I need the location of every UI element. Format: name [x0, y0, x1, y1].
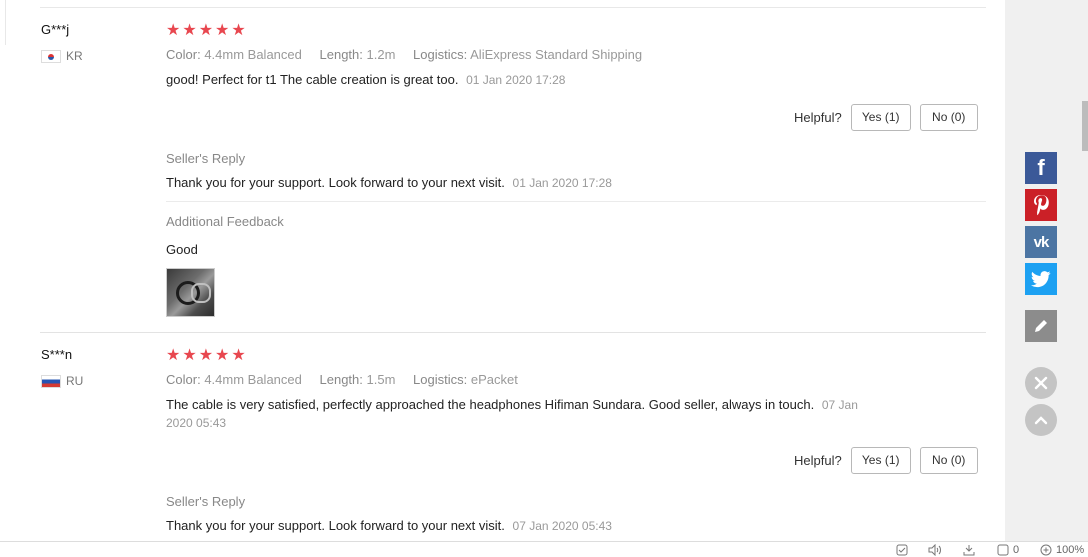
vk-share-button[interactable]: vk [1025, 226, 1057, 258]
speaker-icon [928, 544, 941, 556]
reviewer-name: S***n [41, 347, 73, 362]
order-attributes: Color: 4.4mm Balanced Length: 1.2m Logis… [166, 47, 656, 62]
review-divider [40, 332, 986, 333]
twitter-share-button[interactable] [1025, 263, 1057, 295]
review-body: The cable is very satisfied, perfectly a… [166, 397, 815, 412]
review-text: good! Perfect for t1 The cable creation … [166, 71, 876, 89]
browser-status-bar: 0 100% [0, 541, 1088, 557]
seller-reply-date: 07 Jan 2020 05:43 [512, 519, 612, 533]
pencil-icon [1035, 320, 1047, 332]
ru-flag-icon [41, 374, 61, 388]
close-icon [1034, 376, 1048, 390]
attr-color: Color: 4.4mm Balanced [166, 47, 302, 62]
review-date: 01 Jan 2020 17:28 [466, 73, 566, 87]
star-icon: ★ [215, 22, 230, 39]
helpful-label: Helpful? [794, 110, 842, 125]
top-divider [40, 7, 986, 8]
download-icon [963, 545, 975, 556]
kr-flag-icon [41, 49, 61, 63]
review-date-part2: 2020 05:43 [166, 416, 227, 430]
star-icon: ★ [198, 347, 214, 364]
attr-length: Length: 1.2m [319, 47, 396, 62]
chevron-up-icon [1034, 416, 1048, 425]
additional-feedback-heading: Additional Feedback [166, 214, 284, 229]
helpful-controls: Helpful? Yes (1) No (0) [794, 104, 978, 131]
seller-reply-text: Thank you for your support. Look forward… [166, 518, 505, 533]
seller-reply-date: 01 Jan 2020 17:28 [512, 176, 612, 190]
additional-feedback-text: Good [166, 242, 198, 257]
adblock-icon [997, 544, 1009, 556]
status-adblock[interactable]: 0 [997, 544, 1019, 556]
star-rating: ★ ★ ★ ★ ★ [166, 23, 246, 39]
attr-logistics: Logistics: ePacket [413, 372, 518, 387]
star-icon: ★ [231, 347, 246, 364]
attr-length: Length: 1.5m [319, 372, 396, 387]
section-divider [166, 201, 986, 202]
pinterest-icon [1034, 195, 1049, 216]
back-to-top-button[interactable] [1025, 404, 1057, 436]
status-check[interactable] [896, 544, 912, 556]
star-icon: ★ [198, 22, 214, 39]
helpful-yes-button[interactable]: Yes (1) [850, 447, 911, 474]
pinterest-share-button[interactable] [1025, 189, 1057, 221]
star-icon: ★ [166, 347, 181, 364]
zoom-in-icon [1040, 544, 1052, 556]
seller-reply-heading: Seller's Reply [166, 494, 246, 509]
helpful-no-button[interactable]: No (0) [919, 447, 978, 474]
reviewer-country: RU [41, 374, 83, 388]
review-body: good! Perfect for t1 The cable creation … [166, 72, 459, 87]
close-share-button[interactable] [1025, 367, 1057, 399]
edit-button[interactable] [1025, 310, 1057, 342]
helpful-label: Helpful? [794, 453, 842, 468]
facebook-icon: f [1037, 155, 1045, 180]
country-code: KR [66, 49, 83, 63]
seller-reply: Thank you for your support. Look forward… [166, 518, 612, 533]
helpful-controls: Helpful? Yes (1) No (0) [794, 447, 978, 474]
review-text: The cable is very satisfied, perfectly a… [166, 396, 886, 432]
status-download[interactable] [963, 544, 979, 556]
vk-icon: vk [1033, 233, 1050, 251]
star-icon: ★ [231, 22, 246, 39]
attr-color: Color: 4.4mm Balanced [166, 372, 302, 387]
left-divider [0, 0, 6, 45]
star-icon: ★ [182, 347, 197, 364]
attr-logistics: Logistics: AliExpress Standard Shipping [413, 47, 643, 62]
star-rating: ★ ★ ★ ★ ★ [166, 348, 246, 364]
star-icon: ★ [182, 22, 197, 39]
twitter-icon [1031, 270, 1051, 287]
reviewer-country: KR [41, 49, 83, 63]
seller-reply-text: Thank you for your support. Look forward… [166, 175, 505, 190]
reviewer-name: G***j [41, 22, 70, 37]
seller-reply-heading: Seller's Reply [166, 151, 246, 166]
reviews-page: G***j KR ★ ★ ★ ★ ★ Color: 4.4mm Balanced… [0, 0, 1005, 541]
review-date-part1: 07 Jan [821, 398, 858, 412]
seller-reply: Thank you for your support. Look forward… [166, 175, 612, 190]
status-zoom[interactable]: 100% [1040, 544, 1084, 556]
star-icon: ★ [215, 347, 230, 364]
zoom-level: 100% [1056, 544, 1085, 556]
helpful-no-button[interactable]: No (0) [919, 104, 978, 131]
status-sound[interactable] [928, 544, 946, 556]
feedback-photo-thumbnail[interactable] [166, 268, 215, 317]
country-code: RU [66, 374, 84, 388]
star-icon: ★ [166, 22, 181, 39]
helpful-yes-button[interactable]: Yes (1) [850, 104, 911, 131]
scrollbar-thumb[interactable] [1082, 101, 1088, 151]
adblock-count: 0 [1013, 544, 1020, 556]
facebook-share-button[interactable]: f [1025, 152, 1057, 184]
shield-check-icon [896, 544, 908, 556]
order-attributes: Color: 4.4mm Balanced Length: 1.5m Logis… [166, 372, 532, 387]
